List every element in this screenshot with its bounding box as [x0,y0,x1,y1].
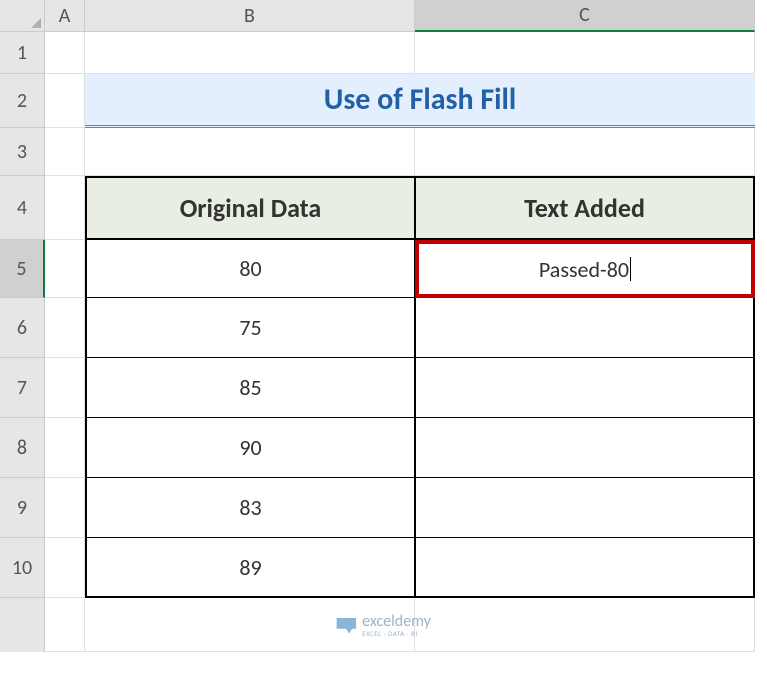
cell-a10[interactable] [45,538,85,598]
row-header-10[interactable]: 10 [0,538,45,598]
watermark-icon [336,618,356,634]
cell-a2[interactable] [45,74,85,128]
row-header-2[interactable]: 2 [0,74,45,128]
cell-c5-active[interactable]: Passed-80 [415,240,755,298]
col-header-a[interactable]: A [45,0,85,32]
select-all-corner[interactable] [0,0,45,32]
cell-b6[interactable]: 75 [85,298,415,358]
cell-a8[interactable] [45,418,85,478]
cell-b8[interactable]: 90 [85,418,415,478]
col-header-b[interactable]: B [85,0,415,32]
row-header-3[interactable]: 3 [0,128,45,176]
cell-c11[interactable] [415,598,755,652]
cell-a5[interactable] [45,240,85,298]
cell-b7[interactable]: 85 [85,358,415,418]
cell-b10[interactable]: 89 [85,538,415,598]
row-header-7[interactable]: 7 [0,358,45,418]
watermark: exceldemy EXCEL · DATA · BI [336,614,431,637]
cell-a1[interactable] [45,32,85,74]
cell-c1[interactable] [415,32,755,74]
row-header-1[interactable]: 1 [0,32,45,74]
text-cursor [630,257,631,281]
row-header-4[interactable]: 4 [0,176,45,240]
title-cell[interactable]: Use of Flash Fill [85,74,755,128]
header-added[interactable]: Text Added [415,176,755,240]
cell-b1[interactable] [85,32,415,74]
row-header-11[interactable] [0,598,45,652]
watermark-sub: EXCEL · DATA · BI [362,630,431,637]
cell-b3[interactable] [85,128,415,176]
cell-c5-value: Passed-80 [539,256,629,283]
cell-b9[interactable]: 83 [85,478,415,538]
cell-c9[interactable] [415,478,755,538]
col-header-c[interactable]: C [415,0,755,32]
row-header-5[interactable]: 5 [0,240,45,298]
cell-c8[interactable] [415,418,755,478]
cell-c10[interactable] [415,538,755,598]
cell-c3[interactable] [415,128,755,176]
cell-c7[interactable] [415,358,755,418]
cell-a9[interactable] [45,478,85,538]
row-header-9[interactable]: 9 [0,478,45,538]
cell-a6[interactable] [45,298,85,358]
row-header-8[interactable]: 8 [0,418,45,478]
header-original[interactable]: Original Data [85,176,415,240]
watermark-main: exceldemy [362,614,431,630]
cell-a4[interactable] [45,176,85,240]
cell-a3[interactable] [45,128,85,176]
cell-a7[interactable] [45,358,85,418]
row-header-6[interactable]: 6 [0,298,45,358]
cell-b5[interactable]: 80 [85,240,415,298]
cell-c6[interactable] [415,298,755,358]
cell-a11[interactable] [45,598,85,652]
